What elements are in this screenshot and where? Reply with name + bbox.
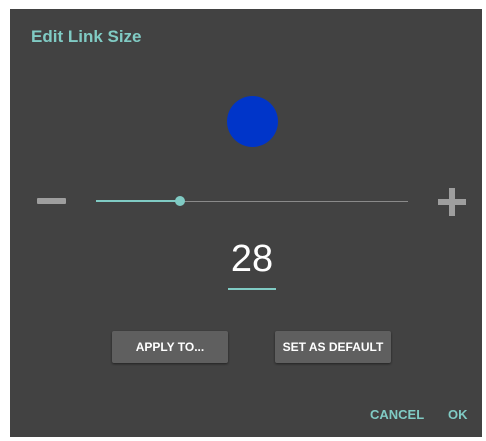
decrease-size-button[interactable] (34, 187, 70, 215)
cancel-button[interactable]: CANCEL (370, 407, 424, 422)
size-value-field[interactable]: 28 (226, 234, 278, 290)
dialog-title: Edit Link Size (31, 27, 142, 46)
size-value: 28 (230, 238, 274, 280)
edit-link-size-dialog: Edit Link Size 28 APPLY TO... SET AS DEF… (10, 9, 482, 437)
slider-thumb[interactable] (175, 196, 185, 206)
increase-size-button[interactable] (434, 184, 470, 220)
link-size-preview (227, 96, 278, 147)
link-size-slider[interactable] (96, 192, 408, 212)
set-as-default-button[interactable]: SET AS DEFAULT (275, 331, 391, 363)
apply-to-button[interactable]: APPLY TO... (112, 331, 228, 363)
ok-button[interactable]: OK (448, 407, 468, 422)
minus-icon (37, 198, 66, 204)
field-underline (228, 288, 276, 290)
slider-fill (96, 200, 180, 202)
